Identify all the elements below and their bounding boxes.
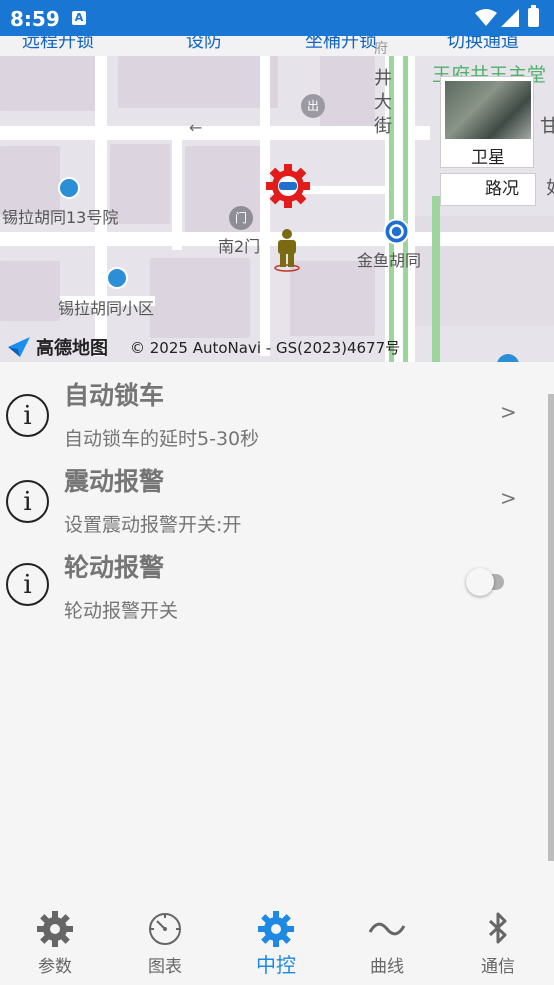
setting-title: 自动锁车 — [64, 381, 165, 410]
amap-arrow-icon — [8, 337, 30, 357]
chevron-right-icon[interactable]: > — [500, 486, 517, 510]
nav-label: 中控 — [256, 953, 296, 977]
battery-icon — [528, 5, 539, 27]
map-copyright: © 2025 AutoNavi - GS(2023)4677号 — [130, 339, 401, 357]
map-label-street: 大 — [374, 92, 392, 113]
map-poi-partial-icon — [497, 354, 519, 362]
toggle-thumb — [466, 568, 494, 596]
nav-curve[interactable]: 曲线 — [332, 900, 442, 985]
map-block — [320, 56, 375, 136]
map-view[interactable]: 远程开锁 设防 坐桶开锁 切换通道 府 井 大 街 王府井王主堂 甘 如 ← 出… — [0, 36, 554, 362]
signal-icon — [501, 9, 519, 27]
wheel-alarm-toggle[interactable] — [466, 564, 504, 600]
exit-icon: 出 — [301, 94, 325, 118]
map-label-street: 府 — [374, 41, 388, 57]
map-road — [0, 126, 430, 140]
map-block — [290, 261, 375, 336]
chevron-right-icon[interactable]: > — [500, 400, 517, 424]
map-label-street: 街 — [374, 116, 392, 137]
nav-label: 参数 — [38, 957, 72, 977]
wave-icon — [368, 922, 406, 936]
setting-wheel-alarm[interactable]: i 轮动报警 轮动报警开关 — [0, 538, 554, 624]
setting-subtitle: 轮动报警开关 — [64, 600, 179, 622]
dial-icon — [149, 913, 181, 945]
vehicle-gear-marker-icon[interactable] — [264, 162, 312, 210]
nav-label: 通信 — [481, 957, 515, 977]
gate-icon: 门 — [229, 206, 253, 230]
setting-subtitle: 设置震动报警开关:开 — [64, 514, 242, 536]
map-label-poi: 锡拉胡同小区 — [58, 299, 155, 318]
bluetooth-icon — [488, 912, 507, 944]
setting-title: 轮动报警 — [64, 553, 165, 582]
map-green-line — [432, 196, 440, 362]
map-label-subway: 金鱼胡同 — [357, 251, 422, 270]
map-label-edge: 甘 — [540, 116, 554, 137]
satellite-label: 卫星 — [471, 148, 505, 168]
status-bar: 8:59 A — [0, 0, 554, 36]
map-block — [150, 258, 250, 338]
nav-label: 曲线 — [370, 957, 404, 977]
amap-logo: 高德地图 — [6, 334, 108, 360]
map-label-gate: 南2门 — [218, 237, 261, 256]
nav-communication[interactable]: 通信 — [443, 900, 553, 985]
person-marker-icon[interactable] — [270, 228, 304, 272]
gear-icon — [258, 911, 294, 947]
nav-central-control[interactable]: 中控 — [221, 900, 331, 985]
info-icon: i — [6, 563, 49, 606]
setting-subtitle: 自动锁车的延时5-30秒 — [64, 428, 260, 450]
map-green-line — [403, 56, 408, 362]
traffic-layer-button[interactable]: 路况 — [440, 173, 536, 206]
gear-icon — [37, 911, 73, 947]
seat-unlock-button[interactable]: 坐桶开锁 — [305, 36, 377, 53]
arm-button[interactable]: 设防 — [186, 36, 222, 53]
notification-a-icon: A — [72, 11, 86, 25]
bottom-nav: 参数 图表 中控 曲线 通信 — [0, 900, 554, 985]
nav-params[interactable]: 参数 — [0, 900, 110, 985]
map-action-row: 远程开锁 设防 坐桶开锁 切换通道 — [0, 36, 554, 56]
map-road — [172, 140, 182, 250]
wifi-icon — [475, 9, 497, 26]
map-label-street: 井 — [374, 68, 392, 89]
map-block — [0, 56, 100, 111]
map-label-edge: 如 — [546, 174, 554, 200]
map-label-poi: 锡拉胡同13号院 — [2, 208, 119, 227]
setting-vibration-alarm[interactable]: i 震动报警 设置震动报警开关:开 > — [0, 452, 554, 538]
scrollbar[interactable] — [548, 394, 554, 861]
map-block — [110, 144, 170, 224]
map-block — [0, 261, 60, 321]
map-arrow: ← — [189, 118, 203, 137]
satellite-thumbnail — [445, 81, 531, 139]
setting-title: 震动报警 — [64, 467, 165, 496]
subway-icon — [383, 218, 410, 245]
residence-poi-icon — [106, 267, 128, 289]
switch-channel-button[interactable]: 切换通道 — [447, 36, 519, 53]
map-block — [118, 56, 278, 108]
amap-logo-text: 高德地图 — [36, 338, 108, 359]
nav-label: 图表 — [148, 957, 182, 977]
remote-unlock-button[interactable]: 远程开锁 — [22, 36, 94, 53]
residence-poi-icon — [58, 177, 80, 199]
map-block — [185, 146, 265, 236]
clock: 8:59 — [10, 7, 60, 31]
info-icon: i — [6, 394, 49, 437]
setting-auto-lock[interactable]: i 自动锁车 自动锁车的延时5-30秒 > — [0, 366, 554, 452]
nav-chart[interactable]: 图表 — [110, 900, 220, 985]
info-icon: i — [6, 480, 49, 523]
satellite-layer-button[interactable]: 卫星 — [440, 76, 534, 168]
